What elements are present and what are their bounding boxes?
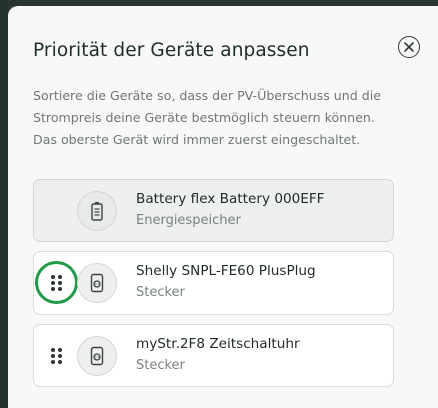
drag-handle[interactable] [46,346,66,366]
smart-plug-icon [77,263,117,303]
drag-handle[interactable] [46,273,66,293]
backdrop-edge [0,0,8,408]
device-card-mystrom[interactable]: myStr.2F8 Zeitschaltuhr Stecker [33,324,394,387]
smart-plug-icon [77,335,117,376]
device-card-shelly[interactable]: Shelly SNPL-FE60 PlusPlug Stecker [33,251,394,315]
close-icon [404,42,414,52]
device-type: Stecker [136,285,185,300]
device-name: Battery flex Battery 000EFF [136,191,325,207]
device-type: Stecker [136,358,185,373]
priority-dialog: Priorität der Geräte anpassen Sortiere d… [8,6,438,408]
drag-handle-icon [50,347,62,364]
dialog-title: Priorität der Geräte anpassen [33,40,310,61]
device-type: Energiespeicher [136,213,241,228]
dialog-description: Sortiere die Geräte so, dass der PV-Über… [33,88,382,147]
battery-icon [77,190,117,231]
drag-handle-icon [50,275,62,291]
close-button[interactable] [398,36,420,58]
device-name: myStr.2F8 Zeitschaltuhr [136,336,300,352]
device-name: Shelly SNPL-FE60 PlusPlug [136,263,316,279]
device-card-battery: Battery flex Battery 000EFF Energiespeic… [33,179,394,242]
